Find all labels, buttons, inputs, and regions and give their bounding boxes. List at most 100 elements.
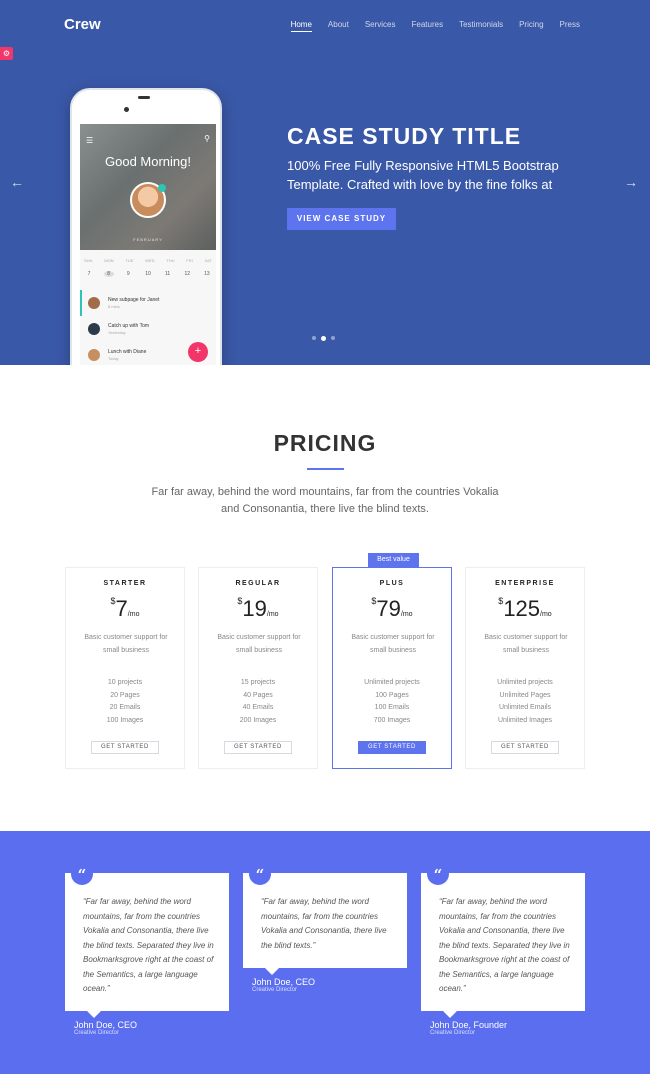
feature-item: 100 Images	[106, 717, 144, 725]
price-amount: 125	[503, 596, 541, 621]
price-period: /mo	[266, 611, 279, 618]
avatar	[88, 297, 100, 309]
avatar	[88, 349, 100, 361]
weekday-label: MON	[104, 258, 114, 263]
list-item: New subpage for Janet 8 mins	[80, 290, 216, 316]
hero-subtitle: 100% Free Fully Responsive HTML5 Bootstr…	[287, 158, 559, 192]
phone-screen: ☰ ⚲ Good Morning! FEBRUARY SUN MON TUE W…	[80, 124, 216, 365]
plan-description: Basic customer support for small busines…	[484, 634, 568, 654]
date-cell: 13	[204, 271, 210, 277]
nav-item-services[interactable]: Services	[365, 20, 396, 32]
get-started-button[interactable]: GET STARTED	[358, 741, 426, 754]
plan-description: Basic customer support for small busines…	[217, 634, 301, 654]
price-period: /mo	[400, 611, 413, 618]
feature-item: Unlimited Images	[497, 717, 553, 725]
get-started-button[interactable]: GET STARTED	[224, 741, 292, 754]
phone-speaker	[138, 96, 150, 99]
date-cell: 9	[126, 271, 130, 277]
testimonial-quote: “Far far away, behind the word mountains…	[439, 897, 570, 993]
hero-section: Crew Home About Services Features Testim…	[0, 0, 650, 365]
price-period: /mo	[540, 611, 552, 618]
testimonial-card: “ “Far far away, behind the word mountai…	[65, 863, 229, 1018]
plan-features: 10 projects 20 Pages 20 Emails 100 Image…	[66, 677, 184, 728]
weekday-label: SUN	[84, 258, 93, 263]
plan-features: Unlimited projects Unlimited Pages Unlim…	[466, 677, 584, 728]
weekday-label: SAT	[204, 258, 212, 263]
quote-icon: “	[427, 863, 449, 885]
nav-item-about[interactable]: About	[328, 20, 349, 32]
nav-item-press[interactable]: Press	[560, 20, 580, 32]
plan-price: $125/mo	[466, 596, 584, 622]
view-case-study-button[interactable]: VIEW CASE STUDY	[287, 208, 396, 230]
date-cell: 7	[87, 271, 91, 277]
plus-icon: +	[188, 342, 208, 362]
plan-description: Basic customer support for small busines…	[84, 634, 168, 654]
plan-features: 15 projects 40 Pages 40 Emails 200 Image…	[199, 677, 317, 728]
carousel-dots	[312, 335, 335, 341]
carousel-dot-active[interactable]	[321, 335, 326, 341]
feature-item: 10 projects	[107, 679, 143, 686]
testimonial-quote: “Far far away, behind the word mountains…	[83, 897, 214, 993]
nav-item-home[interactable]: Home	[290, 20, 312, 32]
menu-icon: ☰	[86, 136, 94, 145]
testimonial-quote: “Far far away, behind the word mountains…	[261, 897, 387, 950]
weekday-label: WED	[145, 258, 155, 263]
feature-item: 40 Pages	[243, 691, 273, 699]
phone-mockup: ☰ ⚲ Good Morning! FEBRUARY SUN MON TUE W…	[70, 88, 222, 365]
plan-features: Unlimited projects 100 Pages 100 Emails …	[333, 677, 451, 728]
testimonial-role: Creative Director	[430, 1030, 476, 1036]
testimonial-card: “ “Far far away, behind the word mountai…	[421, 863, 585, 1018]
nav-item-pricing[interactable]: Pricing	[519, 20, 543, 32]
feature-item: 200 Images	[239, 717, 277, 725]
feature-item: Unlimited Emails	[498, 704, 552, 712]
quote-icon: “	[249, 863, 271, 885]
feature-item: Unlimited projects	[497, 679, 553, 686]
date-cell: 10	[145, 271, 151, 277]
plan-name: PLUS	[379, 580, 405, 587]
get-started-button[interactable]: GET STARTED	[91, 741, 159, 754]
testimonial-author: John Doe, CEO	[74, 1020, 138, 1030]
nav-item-testimonials[interactable]: Testimonials	[459, 20, 503, 32]
pricing-card-starter: STARTER $7/mo Basic customer support for…	[65, 567, 185, 769]
pricing-card-enterprise: ENTERPRISE $125/mo Basic customer suppor…	[465, 567, 585, 769]
carousel-dot[interactable]	[312, 336, 316, 340]
testimonial-role: Creative Director	[252, 987, 298, 993]
greeting-text: Good Morning!	[105, 154, 191, 169]
date-cell-selected: 8	[103, 271, 114, 277]
feature-item: 100 Pages	[375, 691, 409, 699]
weekday-row: SUN MON TUE WED THU FRI SAT	[84, 258, 212, 263]
plan-name: ENTERPRISE	[495, 580, 555, 587]
gear-icon[interactable]: ⚙	[0, 47, 13, 60]
feed-time: Today	[108, 356, 119, 361]
list-item: Catch up with Tom Yesterday	[80, 316, 216, 342]
brand-logo[interactable]: Crew	[64, 16, 101, 33]
plan-price: $7/mo	[66, 596, 184, 622]
plan-name: STARTER	[103, 580, 147, 587]
testimonial-card: “ “Far far away, behind the word mountai…	[243, 863, 407, 975]
plan-price: $79/mo	[333, 596, 451, 622]
arrow-left-icon[interactable]: ←	[10, 174, 24, 190]
status-dot	[158, 184, 166, 192]
main-nav: Home About Services Features Testimonial…	[275, 20, 580, 32]
carousel-dot[interactable]	[331, 336, 335, 340]
feed-time: Yesterday	[108, 330, 126, 335]
search-icon: ⚲	[204, 134, 210, 143]
pricing-card-regular: REGULAR $19/mo Basic customer support fo…	[198, 567, 318, 769]
nav-item-features[interactable]: Features	[412, 20, 444, 32]
feature-item: Unlimited Pages	[499, 691, 551, 699]
plan-description: Basic customer support for small busines…	[351, 634, 435, 654]
feature-item: Unlimited projects	[364, 679, 420, 686]
feed-text: Catch up with Tom	[108, 323, 150, 329]
feed-text: New subpage for Janet	[108, 297, 160, 303]
feature-item: 20 Emails	[109, 704, 141, 712]
title-divider	[307, 468, 344, 470]
price-period: /mo	[127, 611, 140, 618]
price-amount: 7	[115, 596, 128, 621]
price-amount: 79	[376, 596, 401, 621]
testimonials-section: “ “Far far away, behind the word mountai…	[0, 831, 650, 1074]
get-started-button[interactable]: GET STARTED	[491, 741, 559, 754]
best-value-badge: Best value	[368, 553, 419, 571]
arrow-right-icon[interactable]: →	[624, 174, 638, 190]
feature-item: 700 Images	[373, 717, 411, 725]
weekday-label: FRI	[186, 258, 193, 263]
